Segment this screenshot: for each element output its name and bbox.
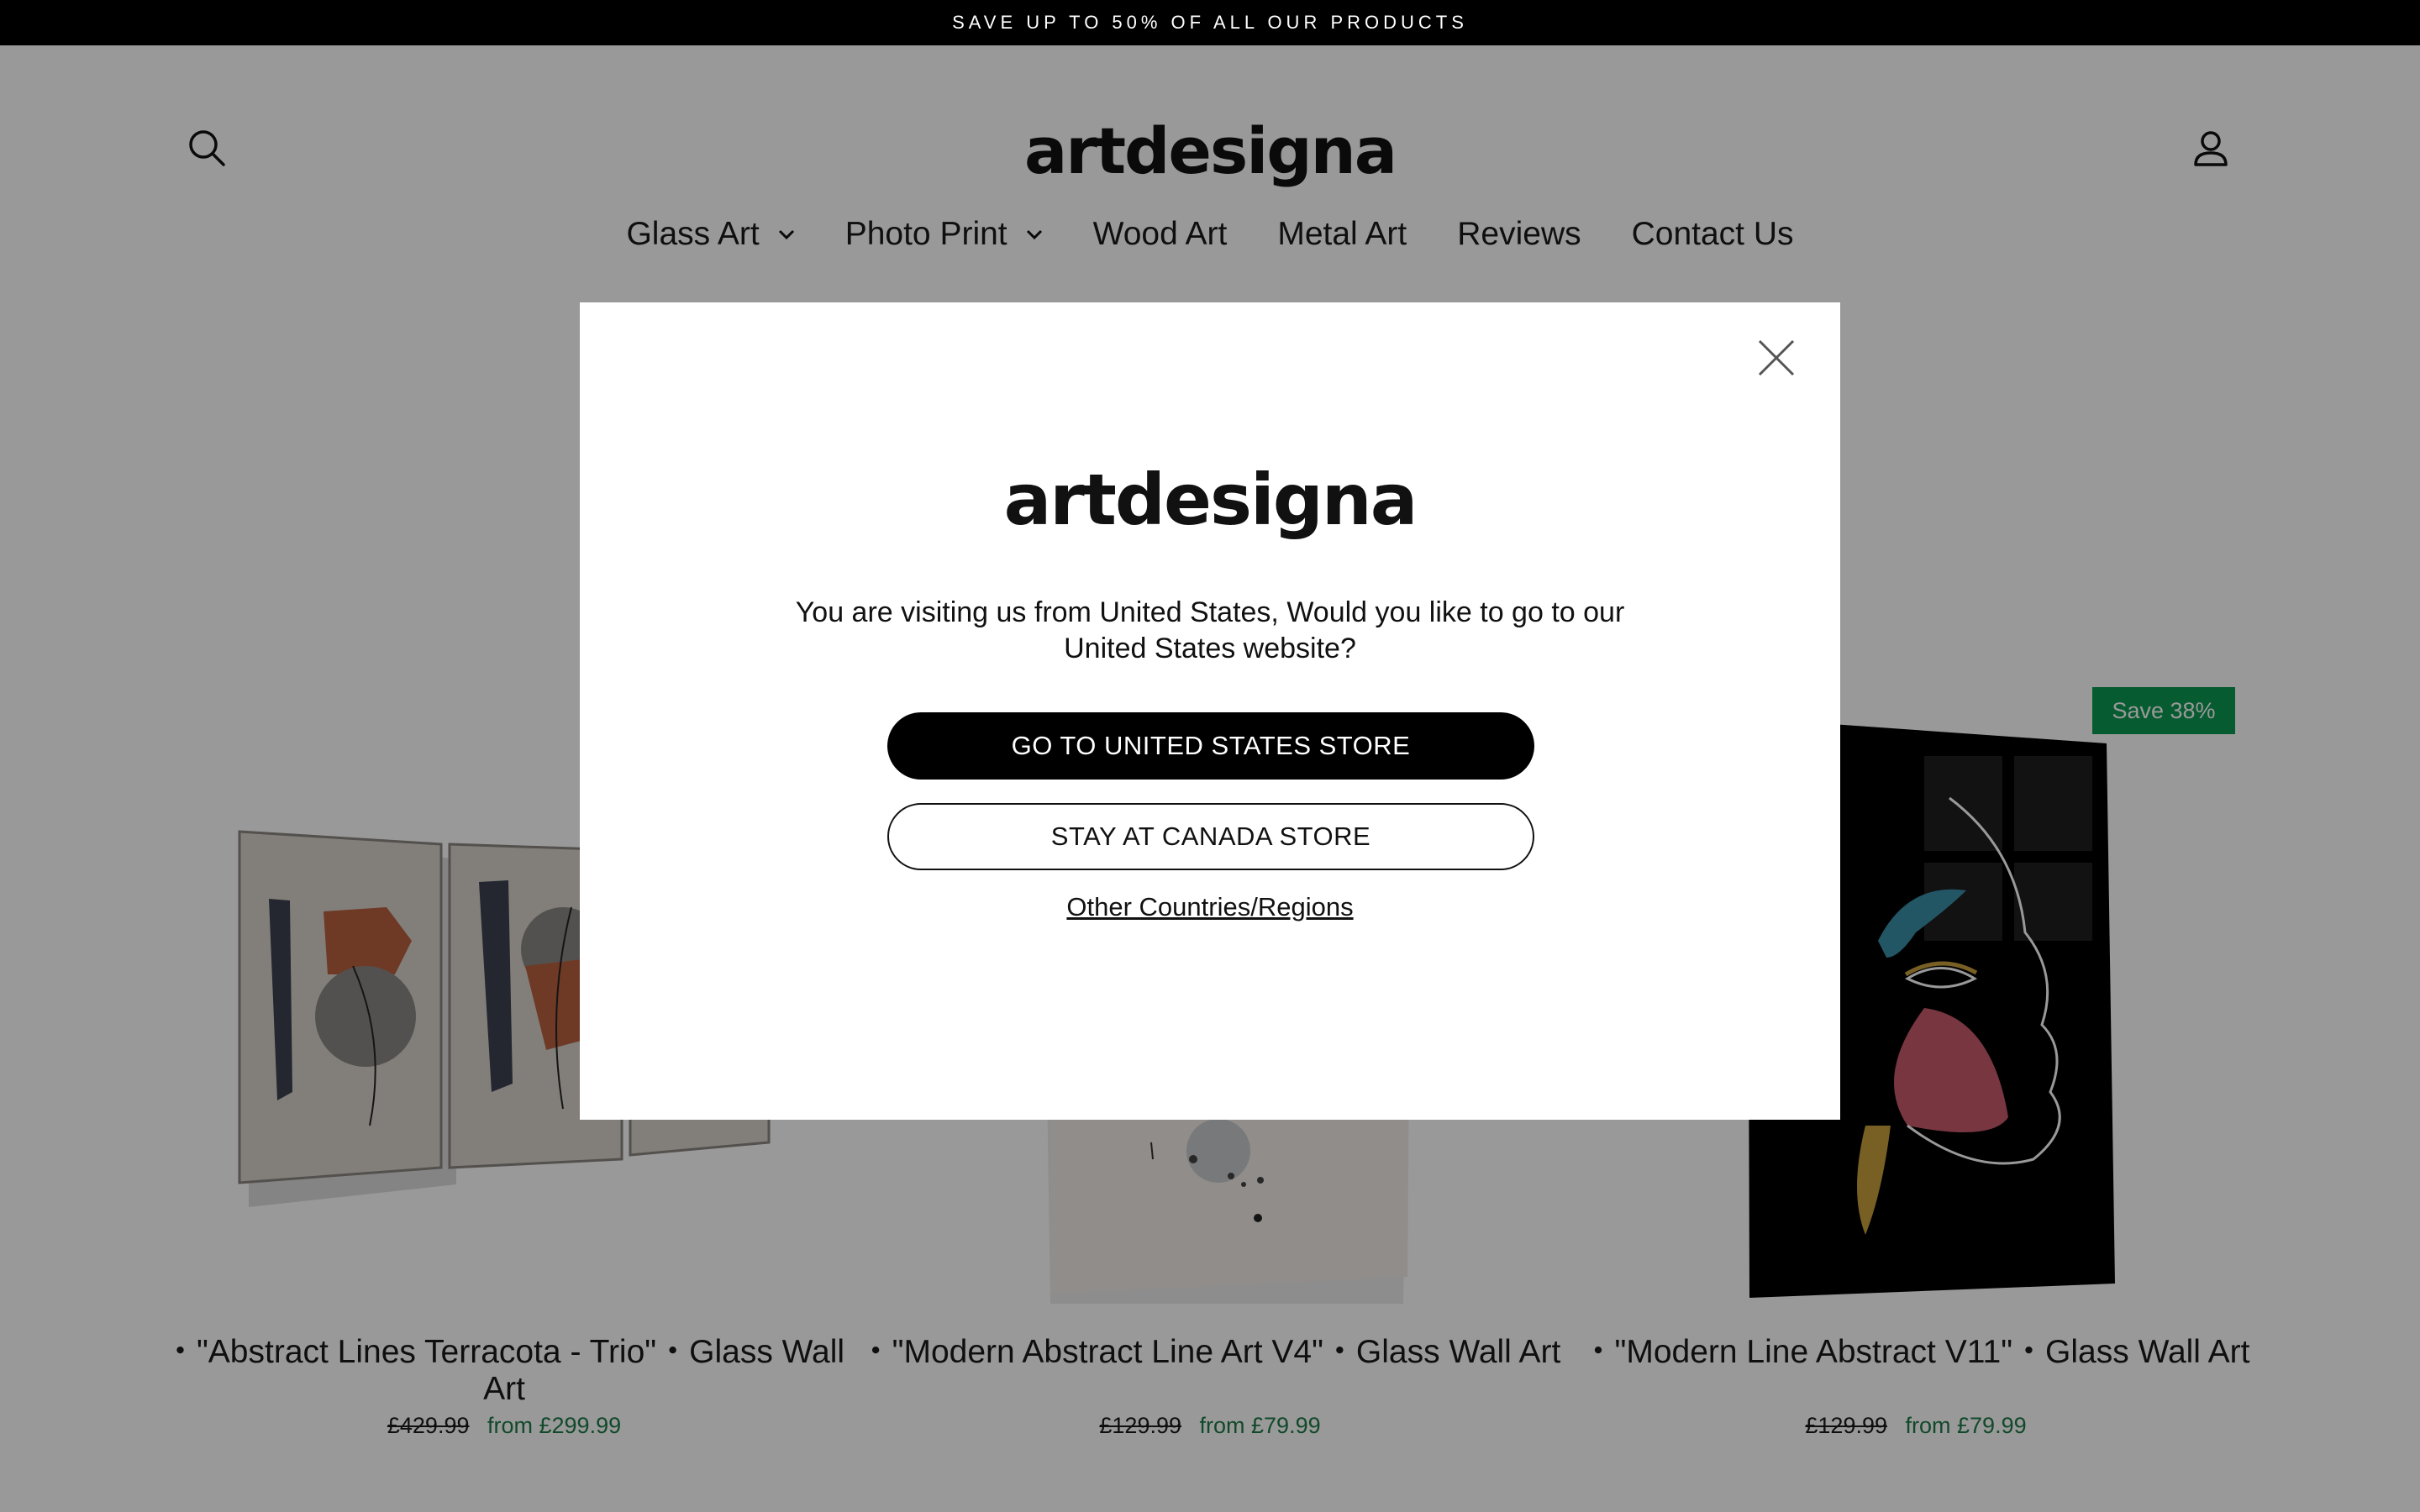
modal-logo: artdesigna: [1003, 459, 1418, 541]
announcement-bar: SAVE UP TO 50% OF ALL OUR PRODUCTS: [0, 0, 2420, 45]
stay-at-canada-store-button[interactable]: STAY AT CANADA STORE: [887, 803, 1534, 870]
close-button[interactable]: [1751, 333, 1802, 383]
go-to-us-store-button[interactable]: GO TO UNITED STATES STORE: [887, 712, 1534, 780]
modal-message: You are visiting us from United States, …: [795, 596, 1625, 664]
other-countries-link[interactable]: Other Countries/Regions: [580, 892, 1840, 922]
announcement-text: SAVE UP TO 50% OF ALL OUR PRODUCTS: [952, 12, 1468, 33]
country-redirect-modal: artdesigna You are visiting us from Unit…: [580, 302, 1840, 1120]
close-icon: [1758, 339, 1795, 376]
